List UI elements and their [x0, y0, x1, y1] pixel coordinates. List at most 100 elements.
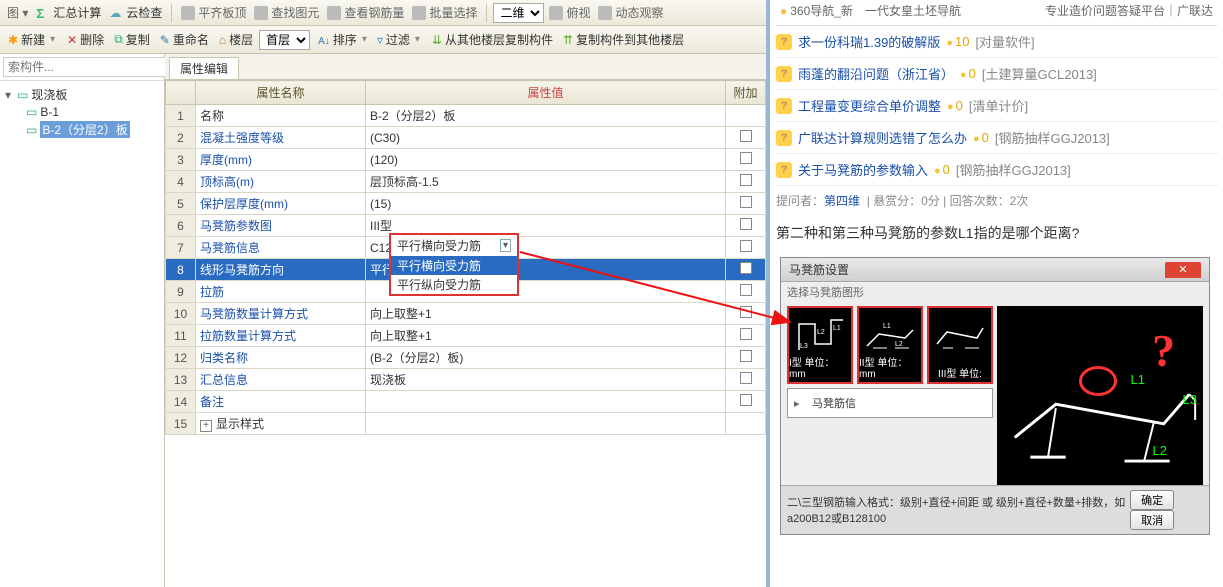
property-row[interactable]: 10马凳筋数量计算方式向上取整+1 — [166, 303, 766, 325]
copy-to-floor-button[interactable]: 复制构件到其他楼层 — [559, 29, 688, 50]
component-tree: ▾现浇板 B-1 B-2（分层2）板 — [0, 81, 164, 143]
label-l1: L1 — [1131, 372, 1145, 387]
forum-tag: [钢筋抽样GGJ2013] — [995, 128, 1110, 147]
forum-link[interactable]: 求一份科瑞1.39的破解版 — [798, 32, 940, 51]
red-circle-annotation — [1079, 366, 1117, 396]
forum-link[interactable]: 工程量变更综合单价调整 — [798, 96, 941, 115]
find-element-button[interactable]: 查找图元 — [251, 3, 322, 22]
property-row[interactable]: 15+显示样式 — [166, 413, 766, 435]
checkbox[interactable] — [740, 240, 752, 252]
question-meta: 提问者：第四维 | 悬赏分：0分 | 回答次数：2次 — [776, 186, 1217, 219]
asker-link[interactable]: 第四维 — [824, 194, 860, 208]
property-row[interactable]: 5保护层厚度(mm)(15) — [166, 193, 766, 215]
grey-icon — [327, 6, 341, 20]
forum-tag: [土建算量GCL2013] — [982, 64, 1097, 83]
copy-from-floor-button[interactable]: 从其他楼层复制构件 — [428, 29, 557, 50]
copy-button[interactable]: 复制 — [110, 29, 154, 50]
checkbox[interactable] — [740, 152, 752, 164]
direction-dropdown[interactable]: 平行横向受力筋▾ 平行横向受力筋 平行纵向受力筋 — [389, 233, 519, 296]
property-row[interactable]: 3厚度(mm)(120) — [166, 149, 766, 171]
tree-node-b2[interactable]: B-2（分层2）板 — [2, 120, 162, 139]
property-pane: 属性编辑 属性名称 属性值 附加 1名称B-2（分层2）板2混凝土强度等级(C3… — [165, 54, 766, 587]
checkbox[interactable] — [740, 218, 752, 230]
sum-calc-button[interactable]: 汇总计算 — [33, 3, 104, 22]
shape2-icon: L1L2 — [865, 314, 915, 354]
checkbox[interactable] — [740, 328, 752, 340]
checkbox[interactable] — [740, 350, 752, 362]
shape3-icon — [935, 314, 985, 354]
tree-root[interactable]: ▾现浇板 — [2, 85, 162, 104]
forum-link[interactable]: 广联达计算规则选错了怎么办 — [798, 128, 967, 147]
toolbar-edit: 新建 删除 复制 重命名 楼层 首层 排序 过滤 从其他楼层复制构件 复制构件到… — [0, 26, 766, 54]
ok-button[interactable]: 确定 — [1130, 490, 1174, 510]
view-mode-select[interactable]: 二维 — [493, 3, 544, 23]
forum-tag: [对量软件] — [975, 32, 1034, 51]
property-row[interactable]: 11拉筋数量计算方式向上取整+1 — [166, 325, 766, 347]
checkbox[interactable] — [740, 306, 752, 318]
checkbox[interactable] — [740, 174, 752, 186]
dropdown-option-2[interactable]: 平行纵向受力筋 — [391, 275, 517, 294]
new-icon — [8, 33, 18, 47]
svg-text:L3: L3 — [800, 343, 808, 350]
flush-top-button[interactable]: 平齐板顶 — [178, 3, 249, 22]
label-l2: L2 — [1153, 443, 1167, 458]
collapse-icon[interactable]: ▾ — [2, 88, 14, 102]
search-input[interactable] — [3, 57, 168, 77]
coin-icon — [934, 162, 943, 177]
property-row[interactable]: 2混凝土强度等级(C30) — [166, 127, 766, 149]
tree-node-b1[interactable]: B-1 — [2, 104, 162, 120]
rename-button[interactable]: 重命名 — [156, 29, 213, 50]
question-icon: ? — [776, 130, 792, 146]
to-floor-icon — [563, 33, 573, 47]
question-icon: ? — [776, 98, 792, 114]
property-row[interactable]: 14备注 — [166, 391, 766, 413]
shape1-icon: L3L2L1 — [795, 314, 845, 354]
checkbox[interactable] — [740, 284, 752, 296]
forum-item: ?工程量变更综合单价调整0[清单计价] — [776, 90, 1217, 122]
close-icon[interactable]: ✕ — [1165, 262, 1201, 278]
cancel-button[interactable]: 取消 — [1130, 510, 1174, 530]
tab-property-edit[interactable]: 属性编辑 — [169, 57, 239, 79]
tab-2[interactable]: 一代女皇土坯导航 — [865, 2, 961, 19]
property-row[interactable]: 1名称B-2（分层2）板 — [166, 105, 766, 127]
dropdown-option-1[interactable]: 平行横向受力筋 — [391, 256, 517, 275]
batch-select-button[interactable]: 批量选择 — [409, 3, 480, 22]
copy-icon — [114, 32, 123, 47]
checkbox[interactable] — [740, 262, 752, 274]
coin-icon — [973, 130, 982, 145]
delete-button[interactable]: 删除 — [63, 29, 108, 50]
shape-type-1[interactable]: L3L2L1 I型 单位：mm — [787, 306, 853, 384]
grey-icon — [181, 6, 195, 20]
ma-info-field[interactable]: 马凳筋信 — [787, 388, 993, 418]
forum-tag: [钢筋抽样GGJ2013] — [956, 160, 1071, 179]
forum-item: ?关于马凳筋的参数输入0[钢筋抽样GGJ2013] — [776, 154, 1217, 186]
shape-type-3[interactable]: III型 单位: — [927, 306, 993, 384]
new-button[interactable]: 新建 — [4, 29, 59, 50]
tab-1[interactable]: 360导航_新 — [780, 2, 853, 19]
forum-link[interactable]: 关于马凳筋的参数输入 — [798, 160, 928, 179]
orbit-button[interactable]: 动态观察 — [595, 3, 666, 22]
dialog-screenshot: 马凳筋设置 ✕ 选择马凳筋图形 L3L2L1 I型 单位：mm L1L2 II型… — [780, 257, 1210, 535]
property-row[interactable]: 13汇总信息现浇板 — [166, 369, 766, 391]
forum-link[interactable]: 雨蓬的翻沿问题（浙江省） — [798, 64, 954, 83]
property-row[interactable]: 12归类名称(B-2（分层2）板) — [166, 347, 766, 369]
cloud-check-button[interactable]: 云检查 — [106, 3, 165, 22]
checkbox[interactable] — [740, 196, 752, 208]
chevron-down-icon[interactable]: ▾ — [500, 239, 511, 252]
floor-icon — [219, 33, 226, 47]
checkbox[interactable] — [740, 394, 752, 406]
floor-select[interactable]: 首层 — [259, 30, 310, 50]
view-rebar-button[interactable]: 查看钢筋量 — [324, 3, 407, 22]
checkbox[interactable] — [740, 130, 752, 142]
property-row[interactable]: 4顶标高(m)层顶标高-1.5 — [166, 171, 766, 193]
checkbox[interactable] — [740, 372, 752, 384]
sort-button[interactable]: 排序 — [314, 29, 371, 50]
tab-3[interactable]: 专业造价问题答疑平台｜广联达 — [1045, 2, 1213, 19]
floor-button[interactable]: 楼层 — [215, 29, 257, 50]
col-value: 属性值 — [366, 81, 726, 105]
filter-button[interactable]: 过滤 — [373, 29, 424, 50]
shape-type-2[interactable]: L1L2 II型 单位：mm — [857, 306, 923, 384]
btn-unknown1[interactable]: 图 ▾ — [4, 3, 31, 22]
cloud-icon — [109, 6, 123, 20]
top-view-button[interactable]: 俯视 — [546, 3, 593, 22]
